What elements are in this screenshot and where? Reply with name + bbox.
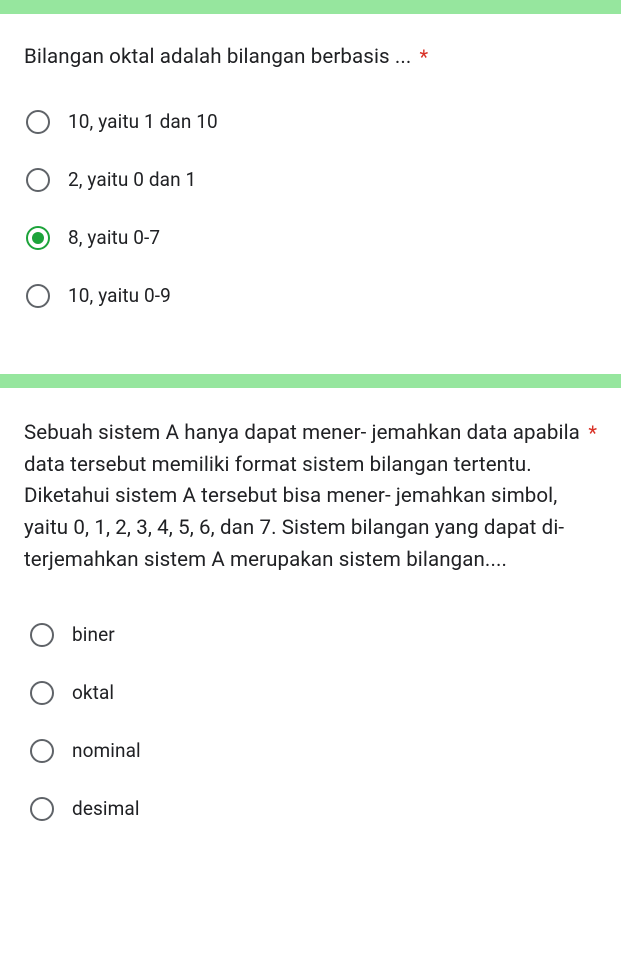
required-marker: *	[588, 418, 597, 448]
option-label: nominal	[72, 739, 141, 762]
question-title-row: Sebuah sistem A hanya dapat mener- jemah…	[24, 418, 597, 577]
option-label: desimal	[72, 797, 140, 820]
required-marker: *	[419, 42, 428, 72]
option-label: 2, yaitu 0 dan 1	[68, 168, 196, 191]
card-top-border	[0, 0, 621, 14]
question-card-2: Sebuah sistem A hanya dapat mener- jemah…	[0, 388, 621, 831]
card-top-border	[0, 374, 621, 388]
radio-icon	[26, 168, 50, 192]
radio-icon	[30, 797, 54, 821]
option-label: 10, yaitu 0-9	[68, 284, 171, 307]
option-1-2[interactable]: 2, yaitu 0 dan 1	[26, 168, 597, 192]
option-2-4[interactable]: desimal	[30, 797, 597, 821]
option-label: 10, yaitu 1 dan 10	[68, 110, 218, 133]
question-text: Bilangan oktal adalah bilangan berbasis …	[24, 42, 411, 74]
radio-icon	[26, 110, 50, 134]
option-2-3[interactable]: nominal	[30, 739, 597, 763]
question-text: Sebuah sistem A hanya dapat mener- jemah…	[24, 418, 580, 577]
options-group-1: 10, yaitu 1 dan 10 2, yaitu 0 dan 1 8, y…	[24, 110, 597, 308]
question-title-row: Bilangan oktal adalah bilangan berbasis …	[24, 42, 597, 74]
radio-icon	[30, 739, 54, 763]
radio-icon	[26, 226, 50, 250]
radio-icon	[30, 681, 54, 705]
option-1-1[interactable]: 10, yaitu 1 dan 10	[26, 110, 597, 134]
option-label: oktal	[72, 681, 114, 704]
radio-icon	[30, 623, 54, 647]
option-label: 8, yaitu 0-7	[68, 226, 160, 249]
option-1-3[interactable]: 8, yaitu 0-7	[26, 226, 597, 250]
option-label: biner	[72, 623, 115, 646]
options-group-2: biner oktal nominal desimal	[24, 623, 597, 821]
option-2-1[interactable]: biner	[30, 623, 597, 647]
radio-icon	[26, 284, 50, 308]
card-gap	[0, 338, 621, 374]
option-1-4[interactable]: 10, yaitu 0-9	[26, 284, 597, 308]
question-card-1: Bilangan oktal adalah bilangan berbasis …	[0, 14, 621, 338]
option-2-2[interactable]: oktal	[30, 681, 597, 705]
